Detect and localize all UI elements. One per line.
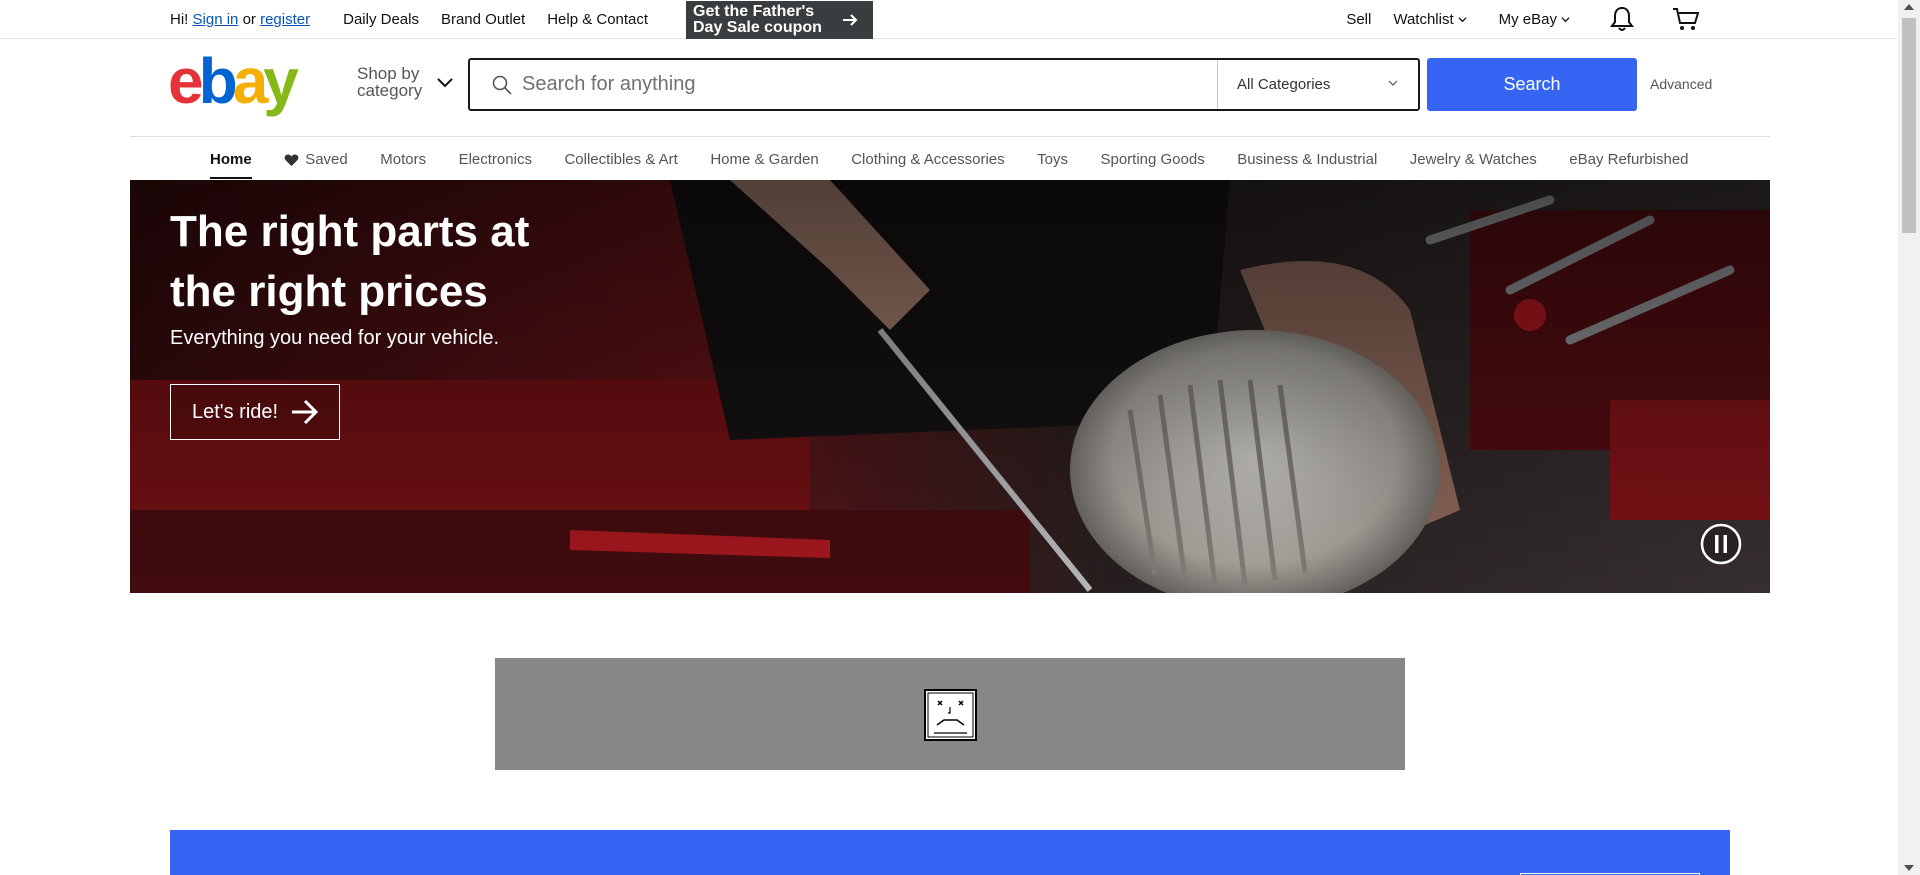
header-divider xyxy=(130,136,1770,137)
help-contact-link[interactable]: Help & Contact xyxy=(547,11,648,28)
watchlist-menu[interactable]: Watchlist xyxy=(1393,10,1467,28)
chevron-down-icon xyxy=(1458,16,1467,22)
my-ebay-menu[interactable]: My eBay xyxy=(1499,11,1570,28)
scroll-up-arrow-icon[interactable] xyxy=(1904,4,1914,10)
hero-subtitle: Everything you need for your vehicle. xyxy=(170,327,500,349)
heart-icon xyxy=(284,153,299,166)
nav-item-motors[interactable]: Motors xyxy=(380,140,426,180)
shop-by-line-2: category xyxy=(357,81,423,100)
chevron-down-icon xyxy=(1561,16,1570,22)
sign-in-link[interactable]: Sign in xyxy=(193,11,239,28)
nav-item-sporting-goods[interactable]: Sporting Goods xyxy=(1100,140,1204,180)
nav-item-toys[interactable]: Toys xyxy=(1037,140,1068,180)
nav-item-business-industrial[interactable]: Business & Industrial xyxy=(1237,140,1377,180)
logo-letter-b: b xyxy=(199,51,236,117)
category-nav: Home Saved Motors Electronics Collectibl… xyxy=(210,140,1689,180)
promo-banner[interactable] xyxy=(170,830,1730,875)
nav-item-jewelry-watches[interactable]: Jewelry & Watches xyxy=(1410,140,1537,180)
search-bar: All Categories xyxy=(468,58,1420,111)
advanced-search-link[interactable]: Advanced xyxy=(1650,76,1712,92)
hero-cta-label: Let's ride! xyxy=(192,400,279,423)
hero-carousel-slide[interactable]: The right parts at the right prices Ever… xyxy=(130,180,1770,593)
logo-letter-y: y xyxy=(263,51,299,117)
chevron-down-icon xyxy=(437,78,453,88)
logo-letter-e: e xyxy=(168,51,202,117)
or-text: or xyxy=(242,10,256,28)
page-scrollbar[interactable] xyxy=(1898,0,1920,875)
daily-deals-link[interactable]: Daily Deals xyxy=(343,11,419,28)
nav-item-clothing-accessories[interactable]: Clothing & Accessories xyxy=(851,140,1004,180)
sell-link[interactable]: Sell xyxy=(1346,11,1371,28)
category-select-value: All Categories xyxy=(1237,76,1331,93)
chevron-down-icon xyxy=(1388,80,1398,86)
scroll-down-arrow-icon[interactable] xyxy=(1904,865,1914,871)
svg-text:ebay: ebay xyxy=(168,51,299,117)
nav-item-saved[interactable]: Saved xyxy=(284,140,348,180)
scrollbar-thumb[interactable] xyxy=(1902,18,1916,233)
hero-title: The right parts at the right prices xyxy=(170,207,530,316)
nav-item-collectibles-art[interactable]: Collectibles & Art xyxy=(564,140,677,180)
category-select[interactable]: All Categories xyxy=(1217,60,1418,109)
my-ebay-label: My eBay xyxy=(1498,10,1557,28)
nav-item-saved-label: Saved xyxy=(305,151,348,168)
shop-by-line-1: Shop by xyxy=(357,64,420,83)
shop-by-category-button[interactable]: Shop by category xyxy=(357,65,422,99)
account-greeting: Hi! Sign in or register Daily Deals Bran… xyxy=(170,0,670,38)
greeting-text: Hi! xyxy=(170,10,189,28)
nav-item-home-garden[interactable]: Home & Garden xyxy=(710,140,818,180)
search-icon xyxy=(492,75,512,95)
arrow-right-icon xyxy=(843,14,858,26)
cart-icon[interactable] xyxy=(1672,6,1700,32)
search-button[interactable]: Search xyxy=(1427,58,1637,111)
brand-outlet-link[interactable]: Brand Outlet xyxy=(441,11,525,28)
top-right-links: Sell Watchlist My eBay xyxy=(1346,0,1700,38)
broken-ad-placeholder xyxy=(495,658,1405,770)
register-link[interactable]: register xyxy=(260,11,310,28)
nav-item-electronics[interactable]: Electronics xyxy=(459,140,532,180)
sad-face-icon xyxy=(924,689,977,741)
watchlist-label: Watchlist xyxy=(1393,10,1454,28)
search-input[interactable] xyxy=(470,60,1217,109)
pause-icon[interactable] xyxy=(1700,523,1742,565)
nav-item-home[interactable]: Home xyxy=(210,140,252,180)
top-nav-links: Daily Deals Brand Outlet Help & Contact xyxy=(343,11,670,28)
bell-icon[interactable] xyxy=(1610,6,1634,32)
fathers-day-promo-banner[interactable]: Get the Father's Day Sale coupon xyxy=(686,1,873,39)
ebay-logo[interactable]: ebay xyxy=(168,51,318,119)
hero-cta-button[interactable]: Let's ride! xyxy=(170,384,340,440)
top-utility-bar: Hi! Sign in or register Daily Deals Bran… xyxy=(0,0,1898,39)
arrow-right-icon xyxy=(292,399,319,425)
nav-item-ebay-refurbished[interactable]: eBay Refurbished xyxy=(1569,140,1688,180)
